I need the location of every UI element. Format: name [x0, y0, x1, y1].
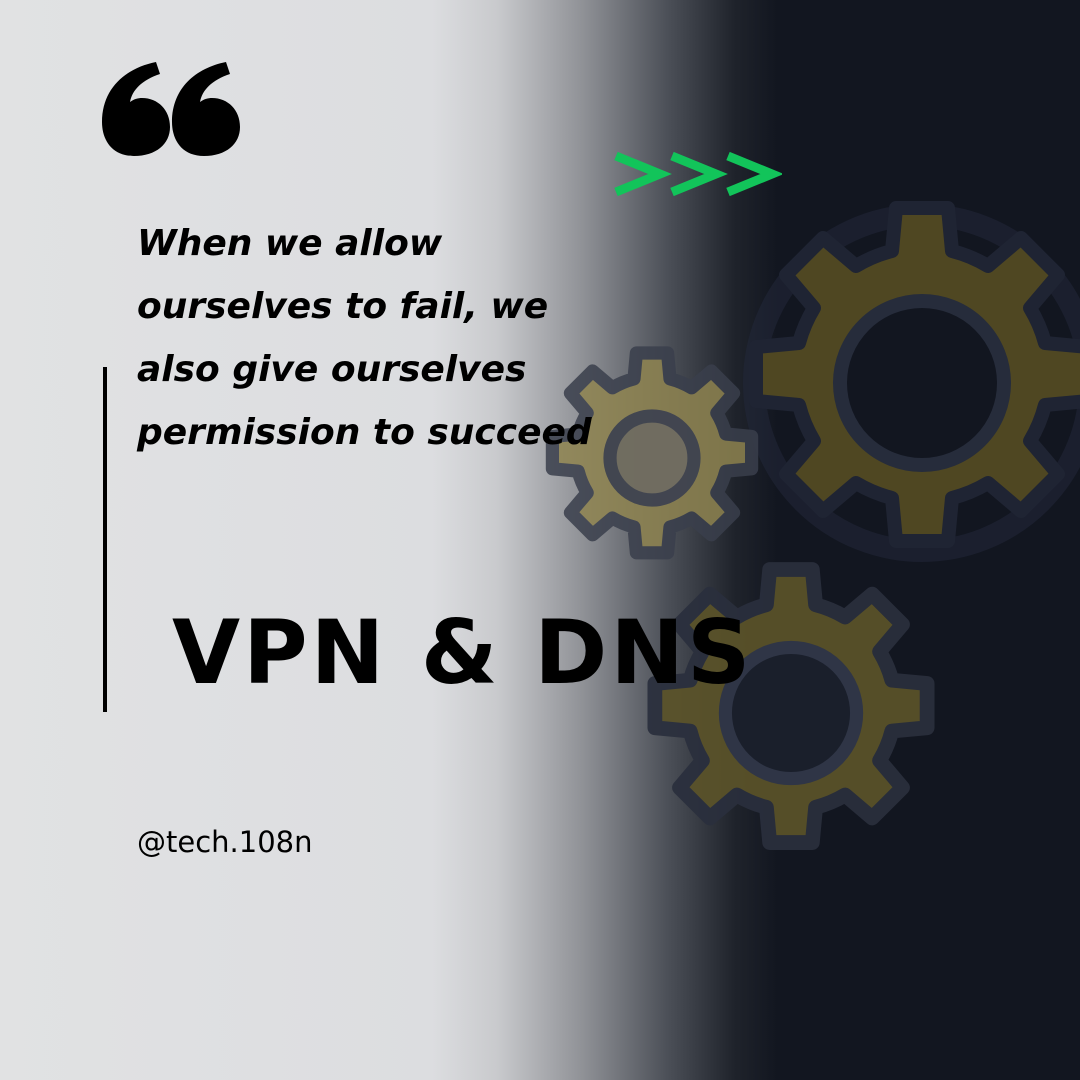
gear-icon — [743, 208, 1080, 562]
social-handle: @tech.108n — [137, 825, 313, 859]
quote-text: When we allow ourselves to fail, we also… — [137, 223, 592, 453]
quote-open-icon — [98, 24, 248, 174]
poster: When we allow ourselves to fail, we also… — [0, 0, 1080, 1080]
headline-title: VPN & DNS — [172, 601, 754, 704]
triple-chevron-right-icon — [612, 150, 784, 200]
accent-divider — [103, 367, 107, 712]
